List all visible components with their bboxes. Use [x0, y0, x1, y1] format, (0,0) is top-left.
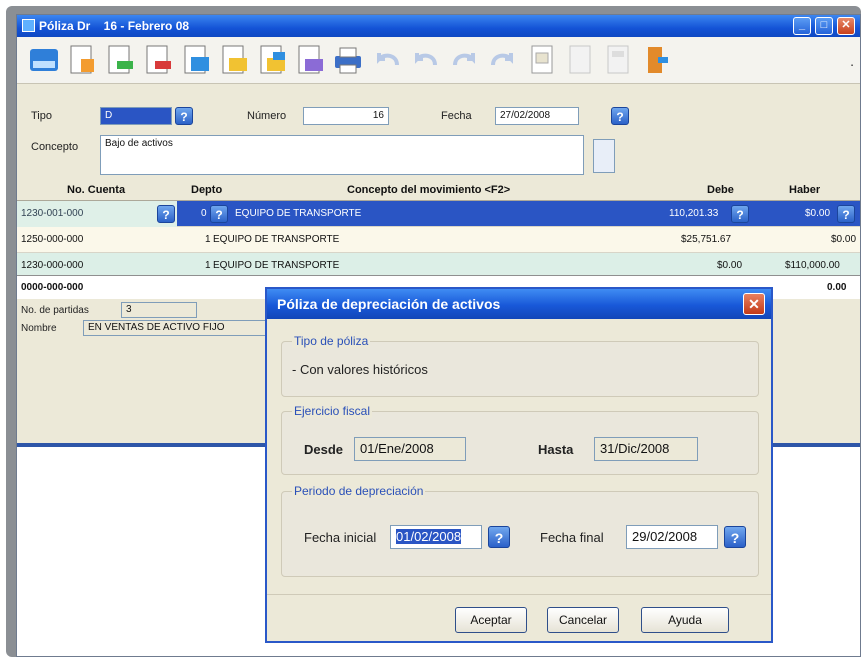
row-cuenta[interactable]: 1230-000-000 [21, 260, 83, 271]
ejercicio-caption: Ejercicio fiscal [292, 404, 373, 418]
tipo-label: Tipo [31, 110, 52, 122]
partidas-label: No. de partidas [21, 305, 89, 316]
page-icon[interactable] [525, 43, 559, 77]
calculator-icon [601, 43, 635, 77]
redo-all-icon [485, 43, 519, 77]
fecha-field[interactable]: 27/02/2008 [495, 107, 579, 125]
help-button[interactable]: Ayuda [641, 607, 729, 633]
concepto-label: Concepto [31, 141, 79, 153]
exit-door-icon[interactable] [639, 43, 673, 77]
fecha-inicial-value[interactable]: 01/02/2008 [396, 529, 462, 544]
dialog-titlebar[interactable]: Póliza de depreciación de activos ✕ [267, 289, 771, 319]
new-document-icon[interactable] [65, 43, 99, 77]
dialog-separator [267, 594, 771, 595]
desde-field: 01/Ene/2008 [354, 437, 466, 461]
numero-field[interactable]: 16 [303, 107, 389, 125]
toolbar: . [17, 37, 860, 84]
row-debe[interactable]: $0.00 [717, 260, 742, 271]
window-titlebar[interactable]: Póliza Dr 16 - Febrero 08 _ □ ✕ [17, 15, 860, 37]
fecha-inicial-field[interactable]: 01/02/2008 [390, 525, 482, 549]
accept-button[interactable]: Aceptar [455, 607, 527, 633]
page-disabled-icon [563, 43, 597, 77]
row-cuenta[interactable]: 1250-000-000 [21, 234, 83, 245]
cuenta-lookup-button[interactable]: ? [157, 205, 175, 223]
open-folder-icon[interactable] [217, 43, 251, 77]
toolbar-overflow[interactable]: . [850, 53, 854, 69]
undo-icon [371, 43, 405, 77]
total-haber: 0.00 [827, 282, 847, 293]
desde-label: Desde [304, 442, 344, 457]
paste-icon[interactable] [255, 43, 289, 77]
debe-lookup-button[interactable]: ? [731, 205, 749, 223]
row-debe[interactable]: $25,751.67 [681, 234, 731, 245]
maximize-button[interactable]: □ [815, 17, 833, 35]
table-row[interactable]: 1230-001-000 ? 0 ? EQUIPO DE TRANSPORTE … [17, 201, 860, 227]
haber-lookup-button[interactable]: ? [837, 205, 855, 223]
tipo-poliza-caption: Tipo de póliza [292, 334, 371, 348]
col-debe[interactable]: Debe [707, 184, 734, 196]
row-concepto[interactable]: EQUIPO DE TRANSPORTE [235, 208, 361, 219]
depto-lookup-button[interactable]: ? [210, 205, 228, 223]
delete-row-icon[interactable] [141, 43, 175, 77]
minimize-button[interactable]: _ [793, 17, 811, 35]
copy-icon[interactable] [179, 43, 213, 77]
row-haber[interactable]: $110,000.00 [785, 260, 840, 271]
row-debe[interactable]: 110,201.33 [669, 208, 718, 219]
numero-label: Número [247, 110, 287, 122]
fecha-label: Fecha [441, 110, 472, 122]
total-account: 0000-000-000 [21, 282, 84, 293]
grid-header: No. Cuenta Depto Concepto del movimiento… [17, 180, 860, 201]
fecha-final-label: Fecha final [540, 530, 604, 545]
fecha-final-field[interactable]: 29/02/2008 [626, 525, 718, 549]
dialog-title: Póliza de depreciación de activos [277, 296, 501, 312]
row-haber[interactable]: $0.00 [831, 234, 856, 245]
row-concepto[interactable]: EQUIPO DE TRANSPORTE [213, 260, 339, 271]
partidas-field: 3 [121, 302, 197, 318]
hasta-label: Hasta [538, 442, 574, 457]
col-haber[interactable]: Haber [789, 184, 820, 196]
dialog-close-button[interactable]: ✕ [743, 293, 765, 315]
tipo-lookup-button[interactable]: ? [175, 107, 193, 125]
row-concepto[interactable]: EQUIPO DE TRANSPORTE [213, 234, 339, 245]
window-title: Póliza Dr 16 - Febrero 08 [39, 19, 190, 33]
print-icon[interactable] [331, 43, 365, 77]
fecha-final-calendar-button[interactable]: ? [724, 526, 746, 548]
window-close-button[interactable]: ✕ [837, 17, 855, 35]
col-concepto[interactable]: Concepto del movimiento <F2> [347, 184, 510, 196]
row-haber[interactable]: $0.00 [805, 208, 830, 219]
table-row[interactable]: 1250-000-000 1 EQUIPO DE TRANSPORTE $25,… [17, 227, 860, 253]
fecha-inicial-label: Fecha inicial [304, 530, 377, 545]
cancel-button[interactable]: Cancelar [547, 607, 619, 633]
tipo-poliza-value: - Con valores históricos [292, 362, 428, 377]
tipo-poliza-group: Tipo de póliza - Con valores históricos [281, 334, 759, 397]
row-depto[interactable]: 0 [201, 208, 207, 219]
col-cuenta[interactable]: No. Cuenta [67, 184, 125, 196]
template-icon[interactable] [293, 43, 327, 77]
nombre-field: EN VENTAS DE ACTIVO FIJO [83, 320, 273, 336]
hasta-field: 31/Dic/2008 [594, 437, 698, 461]
col-depto[interactable]: Depto [191, 184, 222, 196]
undo-all-icon [409, 43, 443, 77]
save-icon[interactable] [27, 43, 61, 77]
add-row-icon[interactable] [103, 43, 137, 77]
concepto-picker-icon[interactable] [593, 139, 615, 173]
redo-icon [447, 43, 481, 77]
periodo-caption: Periodo de depreciación [292, 484, 426, 498]
tipo-field[interactable]: D [100, 107, 172, 125]
periodo-group: Periodo de depreciación Fecha inicial 01… [281, 484, 759, 577]
nombre-label: Nombre [21, 323, 57, 334]
ejercicio-group: Ejercicio fiscal Desde 01/Ene/2008 Hasta… [281, 404, 759, 475]
row-depto[interactable]: 1 [205, 234, 211, 245]
app-icon [22, 19, 35, 32]
fecha-calendar-button[interactable]: ? [611, 107, 629, 125]
fecha-inicial-calendar-button[interactable]: ? [488, 526, 510, 548]
concepto-field[interactable]: Bajo de activos [100, 135, 584, 175]
row-cuenta[interactable]: 1230-001-000 [21, 208, 83, 219]
row-depto[interactable]: 1 [205, 260, 211, 271]
depreciation-dialog: Póliza de depreciación de activos ✕ Tipo… [265, 287, 773, 643]
